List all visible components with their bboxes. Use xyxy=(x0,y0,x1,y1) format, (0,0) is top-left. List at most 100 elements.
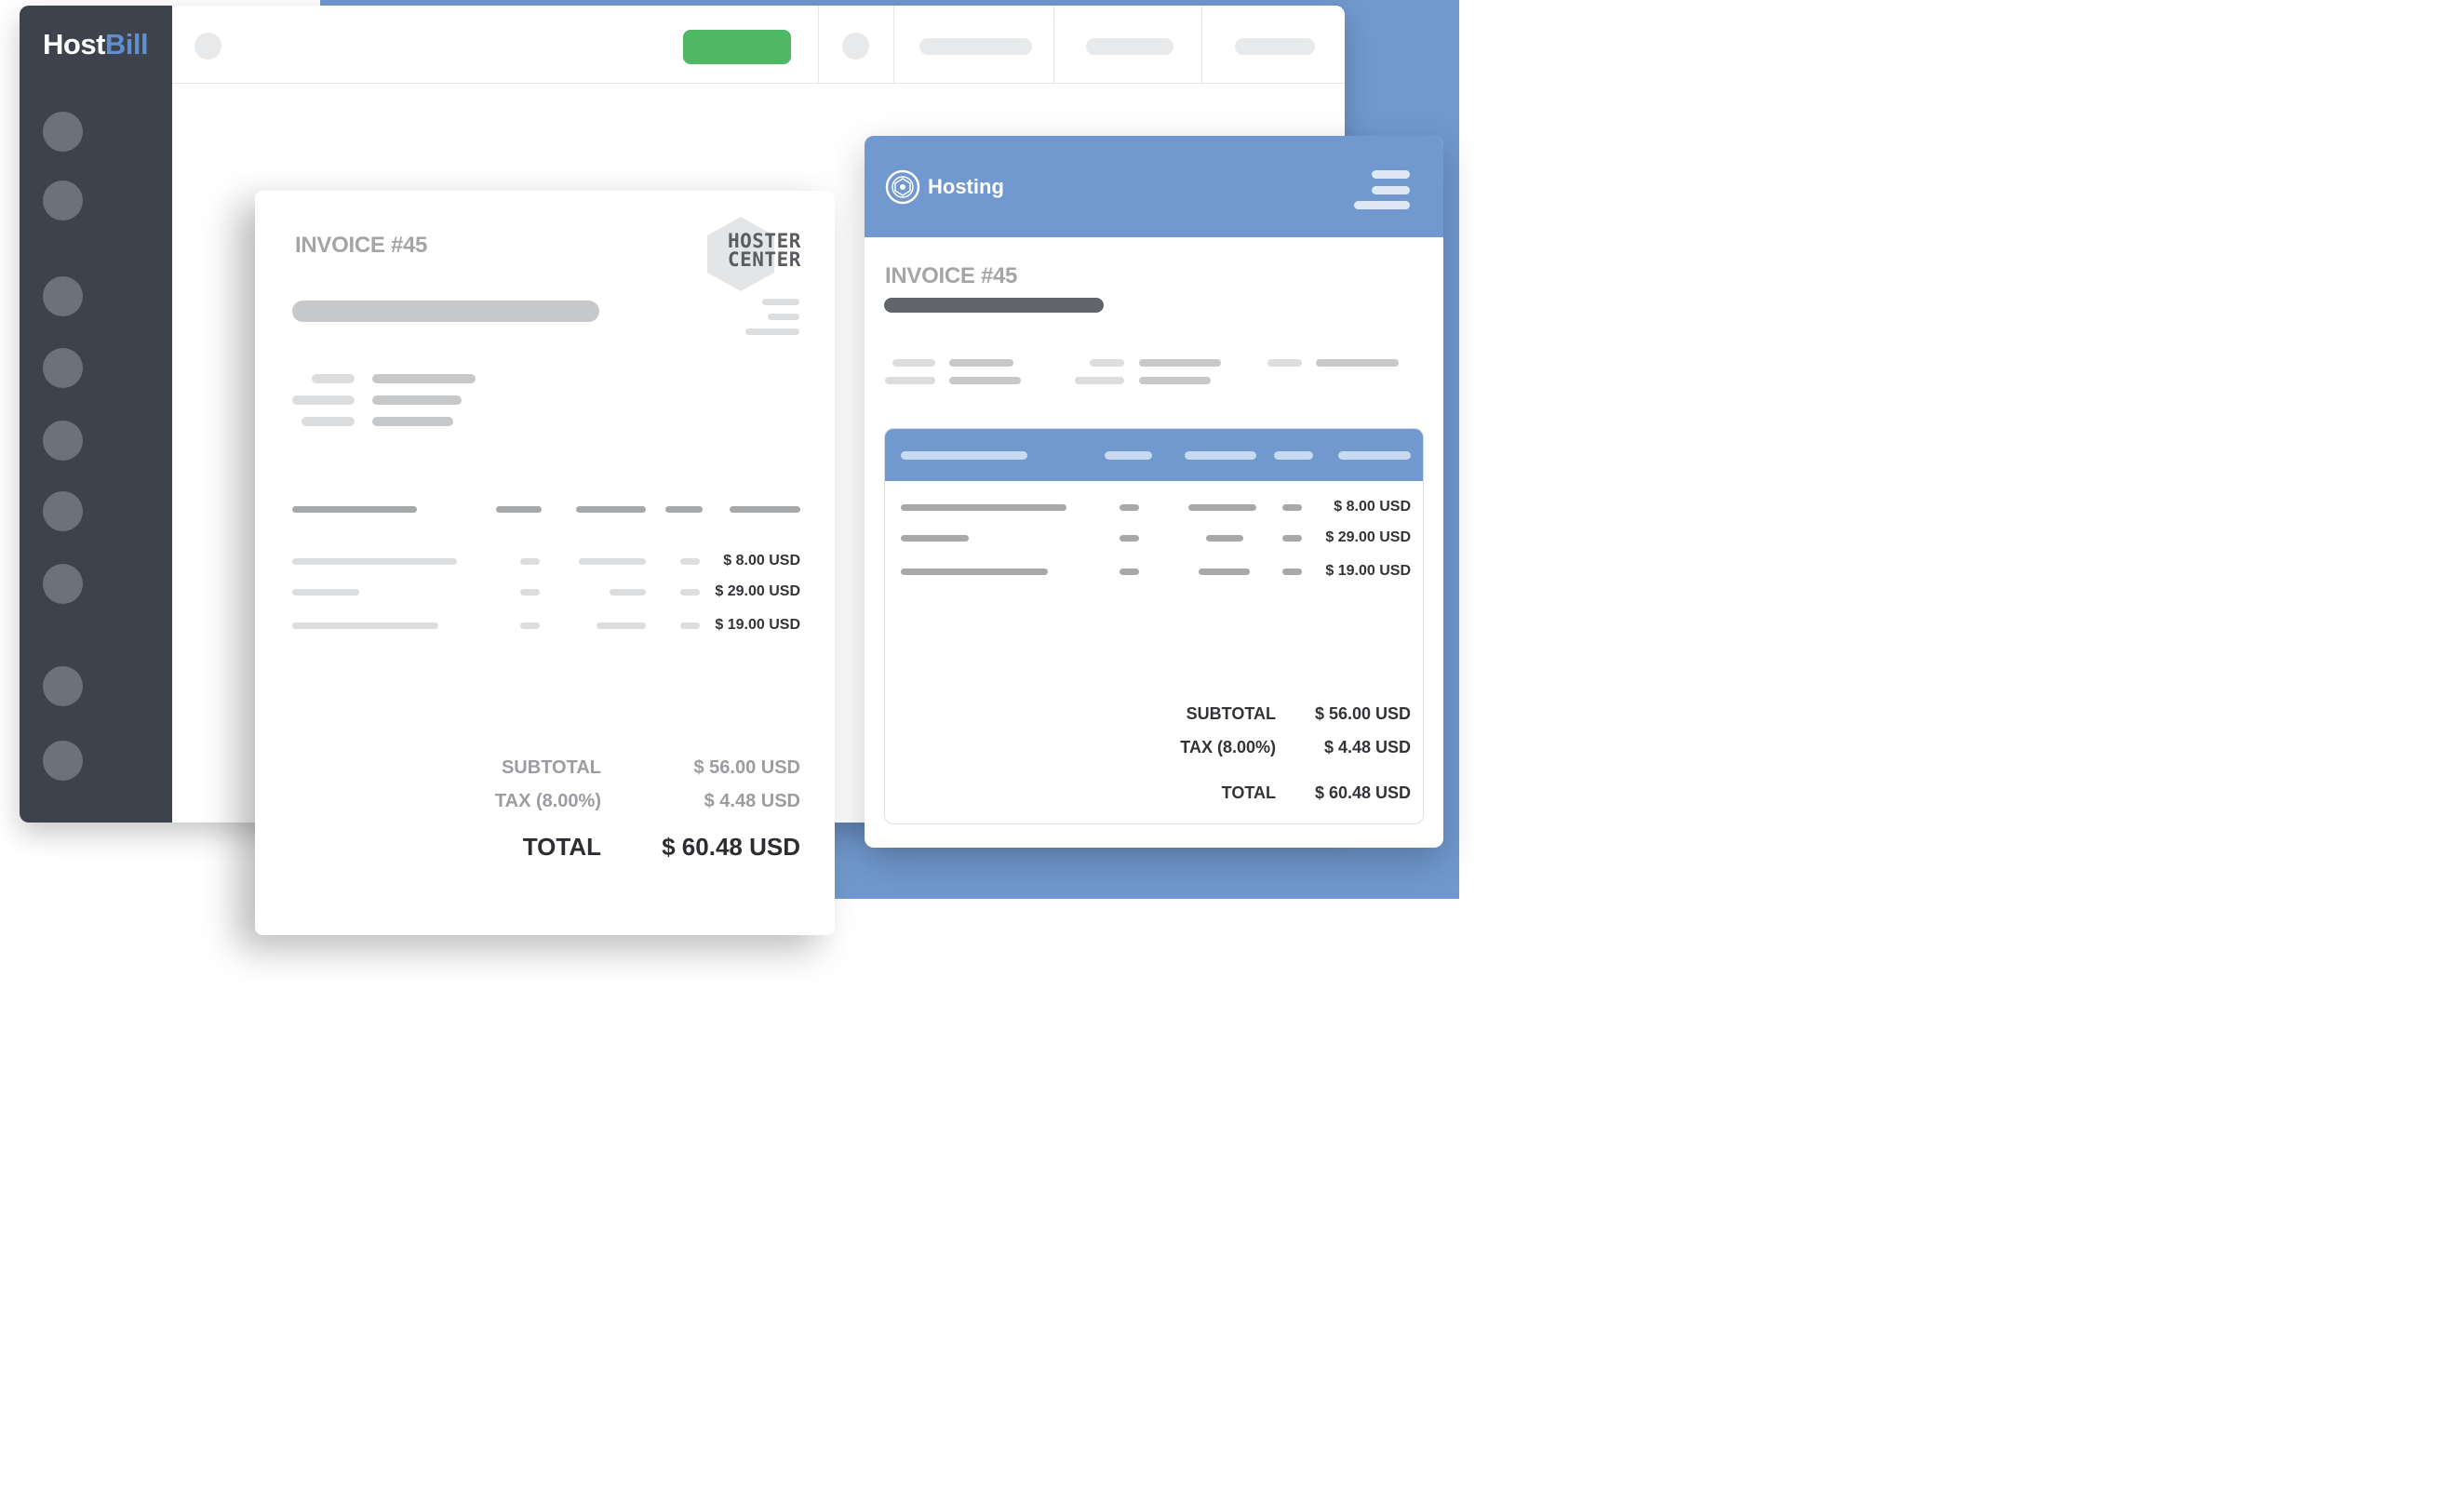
line-amount: $ 8.00 USD xyxy=(1334,499,1411,515)
sidebar-item-1[interactable] xyxy=(43,112,83,152)
meta-label-placeholder xyxy=(892,359,935,367)
item-qty-placeholder xyxy=(520,589,540,595)
item-qty-placeholder xyxy=(1120,504,1139,511)
item-desc-placeholder xyxy=(292,558,457,565)
sidebar-item-6[interactable] xyxy=(43,491,83,531)
address-placeholder xyxy=(745,328,799,335)
top-divider xyxy=(818,6,819,83)
customer-name-placeholder xyxy=(292,301,599,322)
table-header-placeholder xyxy=(665,506,703,513)
top-nav-item-1[interactable] xyxy=(919,38,1032,55)
meta-label-placeholder xyxy=(1267,359,1302,367)
invoice-preview-right: Hosting INVOICE #45 $ 8.00 USD $ 29.00 U… xyxy=(865,136,1443,848)
table-header-placeholder xyxy=(901,451,1027,460)
brand-line-2: CENTER xyxy=(728,248,801,271)
table-header-placeholder xyxy=(1105,451,1152,460)
meta-value-placeholder xyxy=(372,417,453,426)
tax-value: $ 4.48 USD xyxy=(704,791,800,811)
item-price-placeholder xyxy=(597,622,646,629)
invoice-title: INVOICE #45 xyxy=(885,263,1018,288)
top-nav-item-2[interactable] xyxy=(1086,38,1173,55)
table-header-placeholder xyxy=(1185,451,1256,460)
subtotal-label: SUBTOTAL xyxy=(1186,704,1276,723)
total-value: $ 60.48 USD xyxy=(1314,783,1411,802)
top-nav-item-3[interactable] xyxy=(1235,38,1315,55)
meta-value-placeholder xyxy=(1139,377,1211,384)
meta-value-placeholder xyxy=(949,359,1013,367)
meta-label-placeholder xyxy=(1075,377,1124,384)
top-bar xyxy=(172,6,1345,84)
meta-value-placeholder xyxy=(949,377,1021,384)
address-placeholder xyxy=(768,314,799,320)
sidebar-item-9[interactable] xyxy=(43,741,83,781)
table-header-placeholder xyxy=(496,506,542,513)
brand-line-1: HOSTER xyxy=(728,230,801,252)
meta-value-placeholder xyxy=(1139,359,1221,367)
item-desc-placeholder xyxy=(901,535,969,542)
meta-value-placeholder xyxy=(372,395,462,405)
meta-value-placeholder xyxy=(1316,359,1399,367)
item-qty-placeholder xyxy=(1120,569,1139,575)
hosting-logo-icon xyxy=(885,169,920,205)
top-divider xyxy=(1053,6,1054,83)
item-qty-placeholder xyxy=(1120,535,1139,542)
sidebar-item-2[interactable] xyxy=(43,181,83,221)
meta-label-placeholder xyxy=(1090,359,1124,367)
line-amount: $ 19.00 USD xyxy=(715,617,800,633)
tax-label: TAX (8.00%) xyxy=(1180,738,1276,756)
hoster-center-wordmark: HOSTER CENTER xyxy=(728,230,801,271)
logo-host-text: Host xyxy=(43,28,105,60)
item-price-placeholder xyxy=(1188,504,1256,511)
table-header-placeholder xyxy=(576,506,646,513)
invoice-preview-left: INVOICE #45 HOSTER CENTER $ 8.00 USD $ 2… xyxy=(255,191,835,935)
item-qty-placeholder xyxy=(520,558,540,565)
table-header-placeholder xyxy=(292,506,417,513)
invoice-title: INVOICE #45 xyxy=(295,233,428,258)
meta-label-placeholder xyxy=(302,417,355,426)
top-divider xyxy=(1201,6,1202,83)
menu-icon-line xyxy=(1354,201,1410,209)
subtotal-value: $ 56.00 USD xyxy=(693,757,800,778)
table-header-placeholder xyxy=(1338,451,1411,460)
item-desc-placeholder xyxy=(292,622,438,629)
total-label: TOTAL xyxy=(1221,783,1276,802)
user-avatar-icon[interactable] xyxy=(842,33,869,60)
tax-label: TAX (8.00%) xyxy=(494,791,601,811)
total-value: $ 60.48 USD xyxy=(662,833,800,861)
sidebar-item-7[interactable] xyxy=(43,564,83,604)
customer-name-placeholder xyxy=(884,298,1104,313)
table-header xyxy=(885,429,1423,481)
line-amount: $ 8.00 USD xyxy=(723,553,800,569)
sidebar-item-3[interactable] xyxy=(43,276,83,316)
table-header-placeholder xyxy=(730,506,800,513)
hostbill-logo[interactable]: HostBill xyxy=(43,28,149,61)
item-desc-placeholder xyxy=(292,589,359,595)
line-amount: $ 29.00 USD xyxy=(1325,529,1411,545)
table-header-placeholder xyxy=(1274,451,1313,460)
tax-value: $ 4.48 USD xyxy=(1323,738,1411,756)
meta-label-placeholder xyxy=(312,374,355,383)
meta-label-placeholder xyxy=(885,377,935,384)
logo-bill-text: Bill xyxy=(104,28,149,60)
sidebar-item-5[interactable] xyxy=(43,421,83,461)
item-desc-placeholder xyxy=(901,569,1048,575)
hosting-header: Hosting xyxy=(865,136,1443,237)
subtotal-label: SUBTOTAL xyxy=(501,757,601,778)
item-qty-placeholder xyxy=(520,622,540,629)
item-price-placeholder xyxy=(1199,569,1250,575)
menu-icon-line xyxy=(1372,170,1410,179)
item-tax-placeholder xyxy=(680,558,700,565)
total-label: TOTAL xyxy=(522,833,601,861)
address-placeholder xyxy=(762,299,799,305)
top-menu-icon[interactable] xyxy=(194,33,221,60)
item-desc-placeholder xyxy=(901,504,1066,511)
item-tax-placeholder xyxy=(1282,504,1302,511)
sidebar-item-8[interactable] xyxy=(43,666,83,706)
invoice-table: $ 8.00 USD $ 29.00 USD $ 19.00 USD SUBTO… xyxy=(884,428,1424,824)
primary-action-button[interactable] xyxy=(683,30,791,64)
menu-icon-line xyxy=(1372,186,1410,194)
item-price-placeholder xyxy=(1206,535,1243,542)
meta-value-placeholder xyxy=(372,374,476,383)
line-amount: $ 19.00 USD xyxy=(1325,563,1411,579)
sidebar-item-4[interactable] xyxy=(43,348,83,388)
